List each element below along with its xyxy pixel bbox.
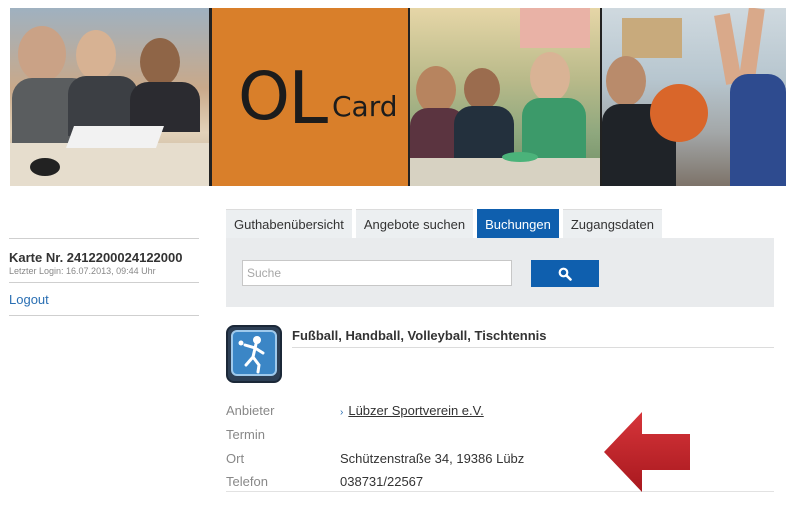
arrow-left-icon bbox=[604, 412, 690, 492]
provider-label: Anbieter bbox=[226, 403, 275, 418]
place-value: Schützenstraße 34, 19386 Lübz bbox=[340, 451, 525, 466]
banner-photo-computer-class bbox=[10, 8, 210, 186]
place-label: Ort bbox=[226, 451, 245, 466]
header-banner: O L Card bbox=[10, 8, 786, 186]
result-title: Fußball, Handball, Volleyball, Tischtenn… bbox=[292, 328, 547, 343]
tab-angebote-suchen[interactable]: Angebote suchen bbox=[355, 209, 474, 238]
sidebar-divider bbox=[9, 282, 199, 283]
sidebar-divider bbox=[9, 238, 199, 239]
search-icon bbox=[558, 267, 572, 281]
logo-word-card: Card bbox=[332, 90, 398, 123]
title-divider bbox=[292, 347, 774, 348]
phone-label: Telefon bbox=[226, 474, 268, 489]
search-button[interactable] bbox=[531, 260, 599, 287]
search-input[interactable] bbox=[242, 260, 512, 286]
provider-value[interactable]: › Lübzer Sportverein e.V. bbox=[340, 403, 484, 418]
search-panel bbox=[226, 238, 774, 307]
account-sidebar: Karte Nr. 2412200024122000 Letzter Login… bbox=[9, 238, 199, 316]
date-label: Termin bbox=[226, 427, 266, 442]
last-login: Letzter Login: 16.07.2013, 09:44 Uhr bbox=[9, 266, 156, 276]
provider-link[interactable]: Lübzer Sportverein e.V. bbox=[348, 403, 483, 418]
tab-guthabenuebersicht[interactable]: Guthabenübersicht bbox=[226, 209, 352, 238]
banner-photo-canteen bbox=[410, 8, 600, 186]
phone-value: 038731/22567 bbox=[340, 474, 424, 489]
olcard-logo: O L Card bbox=[230, 38, 398, 158]
logout-link[interactable]: Logout bbox=[9, 292, 199, 307]
logo-letter-l: L bbox=[288, 56, 329, 140]
main-tabs: Guthabenübersicht Angebote suchen Buchun… bbox=[226, 209, 662, 238]
banner-photo-sports bbox=[602, 8, 786, 186]
banner-logo-panel: O L Card bbox=[212, 8, 408, 186]
logo-letter-o: O bbox=[238, 58, 290, 135]
sidebar-divider bbox=[9, 315, 199, 316]
chevron-right-icon: › bbox=[340, 407, 344, 418]
card-number: Karte Nr. 2412200024122000 bbox=[9, 250, 183, 265]
tennis-player-icon bbox=[226, 325, 282, 383]
tab-zugangsdaten[interactable]: Zugangsdaten bbox=[562, 209, 662, 238]
tab-buchungen[interactable]: Buchungen bbox=[477, 209, 559, 238]
